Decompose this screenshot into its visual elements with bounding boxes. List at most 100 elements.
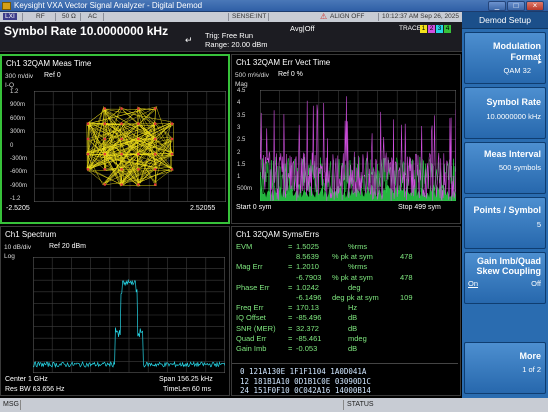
spectrum-panel[interactable]: Ch1 Spectrum 10 dB/div Ref 20 dBm Log Ce…	[0, 226, 230, 396]
close-button[interactable]: ×	[526, 1, 544, 11]
key-value: 10.0000000 kHz	[486, 112, 541, 121]
constellation-point	[170, 168, 174, 171]
trace-2-indicator[interactable]: 2	[428, 25, 435, 33]
spectrum-plot[interactable]	[33, 257, 225, 373]
meas-interval-key[interactable]: Meas Interval 500 symbols	[464, 142, 546, 194]
constellation-point	[137, 152, 140, 156]
x-left-label: -2.5205	[6, 205, 30, 212]
constellation-point	[103, 122, 107, 125]
toggle-off-label[interactable]: Off	[531, 279, 541, 288]
axis-name: Mag	[235, 81, 248, 88]
y-tick-label: 3	[237, 124, 241, 131]
scale-label: 500 m%/div	[235, 72, 269, 79]
metric-value: 8.5639	[296, 252, 319, 262]
x-right-label: 2.52055	[190, 205, 216, 212]
constellation-point	[170, 122, 174, 125]
metric-symbol-index: 478	[400, 252, 413, 262]
scale-label: 10 dB/div	[4, 244, 32, 251]
metric-unit: dB	[348, 313, 358, 323]
symbol-rate-key[interactable]: Symbol Rate 10.0000000 kHz	[464, 87, 546, 139]
metric-equals: =	[288, 313, 293, 323]
metric-symbol-index: 478	[400, 272, 413, 282]
trace-label: TRACE	[399, 25, 422, 32]
menu-title: Demod Setup	[462, 12, 548, 29]
more-key[interactable]: More 1 of 2	[464, 342, 546, 394]
scale-label: 300 m/div	[5, 73, 34, 80]
metric-equals: =	[288, 323, 293, 333]
constellation-point	[103, 137, 107, 141]
constellation-point	[103, 183, 107, 186]
y-tick-label: 900m	[10, 102, 26, 109]
metric-value: 1.5025	[296, 242, 319, 251]
axis-name: I-Q	[5, 82, 15, 89]
constellation-point	[137, 168, 140, 171]
symbol-row: 12 181B1A10 0D1B1C0E 03090D1C	[240, 376, 371, 386]
metric-unit: % pk at sym	[332, 252, 373, 262]
metric-unit: deg	[348, 282, 361, 292]
y-tick-label: 4.5	[237, 88, 246, 94]
y-tick-label: -900m	[10, 182, 28, 189]
metric-name: Gain Imb	[236, 344, 267, 353]
y-tick-label: -1.2	[10, 196, 21, 203]
measurement-header: Symbol Rate 10.0000000 kHz ↵ Trig: Free …	[0, 22, 462, 52]
warning-icon: ⚠	[320, 12, 328, 21]
constellation-point	[120, 152, 123, 156]
constellation-point	[137, 107, 140, 110]
key-value: 500 symbols	[498, 163, 541, 172]
status-label: STATUS	[347, 401, 374, 408]
toggle-on-label[interactable]: On	[468, 279, 478, 288]
y-tick-label: 0	[10, 142, 14, 149]
gain-imb-quad-skew-key[interactable]: Gain Imb/Quad Skew Coupling On Off	[464, 252, 546, 304]
minimize-button[interactable]: _	[488, 1, 506, 11]
coupling-label: AC	[88, 13, 98, 20]
meas-time-panel[interactable]: Ch1 32QAM Meas Time 300 m/div Ref 0 I-Q …	[0, 54, 230, 224]
constellation-point	[153, 107, 157, 110]
constellation-point	[120, 107, 123, 110]
metric-unit: % pk at sym	[332, 272, 373, 282]
key-value: 5	[536, 220, 541, 229]
points-per-symbol-key[interactable]: Points / Symbol 5	[464, 197, 546, 249]
return-icon: ↵	[185, 35, 193, 45]
metric-name: Quad Err	[236, 333, 267, 343]
metric-equals: =	[288, 303, 293, 313]
constellation-point	[153, 168, 157, 171]
err-vect-panel[interactable]: Ch1 32QAM Err Vect Time 500 m%/div Ref 0…	[231, 54, 461, 224]
constellation-point	[103, 152, 107, 156]
trace-1-indicator[interactable]: 1	[420, 25, 427, 33]
metric-value: -6.1496	[296, 293, 322, 302]
y-tick-label: 600m	[10, 115, 26, 122]
symbol-rate-readout[interactable]: Symbol Rate 10.0000000 kHz	[4, 24, 168, 38]
err-vect-plot[interactable]	[260, 90, 456, 201]
key-label: Meas Interval	[483, 149, 541, 159]
iq-constellation-plot[interactable]	[34, 91, 226, 202]
modulation-format-key[interactable]: Modulation Format QAM 32 ▸	[464, 32, 546, 84]
syms-errs-panel[interactable]: Ch1 32QAM Syms/Errs EVM = 1.5025 %rms 8.5639…	[231, 226, 461, 396]
axis-name: Log	[4, 253, 15, 260]
y-tick-label: -300m	[10, 156, 28, 162]
metric-name: EVM	[236, 242, 253, 251]
key-label: More	[519, 351, 541, 361]
metric-value: -0.053	[296, 344, 318, 353]
trace-3-indicator[interactable]: 3	[436, 25, 443, 33]
constellation-point	[153, 183, 157, 186]
metric-value: 32.372	[296, 323, 319, 333]
maximize-button[interactable]: □	[507, 1, 525, 11]
trace-4-indicator[interactable]: 4	[444, 25, 451, 33]
key-label: Symbol Rate	[486, 97, 541, 107]
metric-name: IQ Offset	[236, 313, 266, 323]
metric-unit: dB	[348, 344, 358, 353]
panel-title: Ch1 32QAM Meas Time	[6, 59, 92, 68]
panel-title: Ch1 32QAM Err Vect Time	[236, 58, 331, 67]
constellation-point	[120, 122, 123, 125]
trigger-label: Trig: Free Run	[205, 31, 254, 40]
y-tick-label: 3.5	[237, 112, 246, 119]
impedance-label: 50 Ω	[62, 13, 76, 20]
key-label: Gain Imb/Quad Skew Coupling	[476, 256, 541, 276]
symbol-row: 24 151F0F10 0C042A16 14000B14	[240, 386, 371, 395]
rf-input-label: RF	[36, 13, 45, 20]
x-left-label: Start 0 sym	[236, 204, 272, 211]
y-tick-label: 500m	[237, 186, 253, 193]
y-tick-label: 1	[237, 174, 241, 181]
submenu-arrow-icon: ▸	[538, 57, 542, 66]
ref-label: Ref 0	[44, 72, 61, 79]
